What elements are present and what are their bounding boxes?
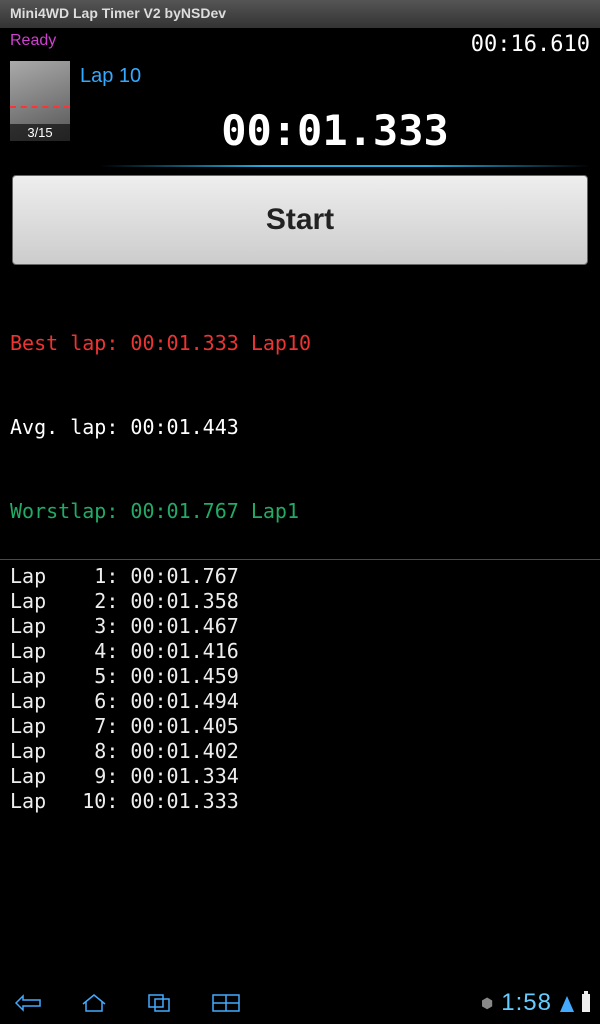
- system-clock: 1:58: [501, 989, 552, 1017]
- battery-icon: [582, 994, 590, 1012]
- lap-row: Lap 9: 00:01.334: [10, 764, 590, 789]
- lap-row: Lap 6: 00:01.494: [10, 689, 590, 714]
- signal-icon: [560, 994, 574, 1012]
- lap-row: Lap 8: 00:01.402: [10, 739, 590, 764]
- thin-divider: [0, 559, 600, 560]
- lap-row: Lap 5: 00:01.459: [10, 664, 590, 689]
- lap-row: Lap 2: 00:01.358: [10, 589, 590, 614]
- screenshot-icon[interactable]: [208, 994, 244, 1012]
- avg-lap-stat: Avg. lap: 00:01.443: [10, 413, 590, 441]
- lap-row: Lap 7: 00:01.405: [10, 714, 590, 739]
- system-nav-bar: ⬢ 1:58: [0, 982, 600, 1024]
- lap-row: Lap 4: 00:01.416: [10, 639, 590, 664]
- lap-row: Lap 10: 00:01.333: [10, 789, 590, 814]
- app-title-bar: Mini4WD Lap Timer V2 byNSDev: [0, 0, 600, 28]
- lap-row: Lap 3: 00:01.467: [10, 614, 590, 639]
- lap-list: Lap 1: 00:01.767Lap 2: 00:01.358Lap 3: 0…: [0, 564, 600, 814]
- home-icon[interactable]: [76, 994, 112, 1012]
- best-lap-stat: Best lap: 00:01.333 Lap10: [10, 329, 590, 357]
- detection-line: [10, 106, 70, 108]
- lap-row: Lap 1: 00:01.767: [10, 564, 590, 589]
- divider: [100, 165, 590, 167]
- debug-icon: ⬢: [481, 995, 493, 1012]
- start-button[interactable]: Start: [12, 175, 588, 265]
- recent-apps-icon[interactable]: [142, 993, 178, 1013]
- camera-count: 3/15: [10, 124, 70, 141]
- total-time: 00:16.610: [471, 32, 590, 57]
- worst-lap-stat: Worstlap: 00:01.767 Lap1: [10, 497, 590, 525]
- status-label: Ready: [10, 32, 56, 57]
- camera-preview[interactable]: 3/15: [10, 61, 70, 141]
- current-lap-label: Lap 10: [80, 61, 590, 92]
- current-lap-time: 00:01.333: [80, 106, 590, 155]
- back-icon[interactable]: [10, 994, 46, 1012]
